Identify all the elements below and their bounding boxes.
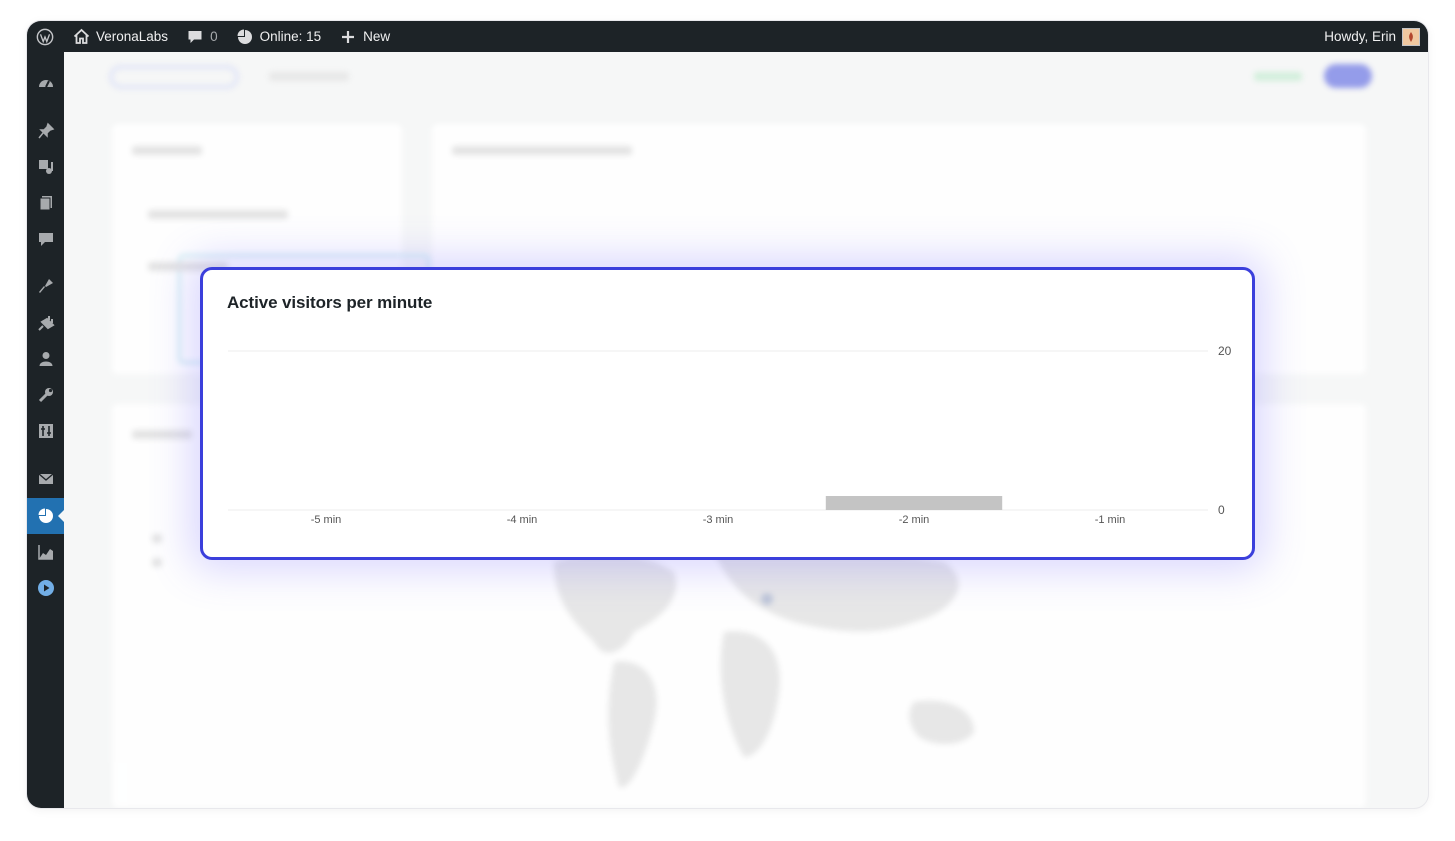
wp-logo-button[interactable]: [27, 21, 63, 52]
pie-chart-icon: [236, 28, 254, 46]
admin-sidebar: [27, 52, 64, 808]
plugins-icon[interactable]: [27, 308, 64, 338]
mail-icon[interactable]: [27, 464, 64, 494]
home-icon: [72, 28, 90, 46]
x-tick-label: -3 min: [703, 514, 734, 526]
site-name-link[interactable]: VeronaLabs: [63, 21, 177, 52]
online-users-link[interactable]: Online: 15: [227, 21, 331, 52]
comments-link[interactable]: 0: [177, 21, 227, 52]
status-badge: [1254, 72, 1302, 81]
y-tick-label: 20: [1218, 344, 1232, 358]
online-count: Online: 15: [259, 29, 322, 44]
new-content-link[interactable]: New: [330, 21, 399, 52]
active-visitors-chart: 20 0 -5 min -4 min -3 min -2 min -1 min: [228, 344, 1232, 526]
greeting: Howdy, Erin: [1324, 29, 1396, 44]
settings-icon[interactable]: [27, 416, 64, 446]
analytics-icon[interactable]: [27, 537, 64, 567]
play-icon[interactable]: [27, 573, 64, 603]
users-icon[interactable]: [27, 344, 64, 374]
pin-icon[interactable]: [27, 116, 64, 146]
statistics-icon[interactable]: [27, 498, 64, 534]
appearance-icon[interactable]: [27, 271, 64, 301]
x-tick-label: -5 min: [311, 514, 342, 526]
comments-count: 0: [210, 29, 218, 44]
tools-icon[interactable]: [27, 380, 64, 410]
avatar: [1402, 27, 1420, 46]
browser-window: VeronaLabs 0 Online: 15 New Howdy, Erin: [27, 21, 1428, 808]
y-tick-label: 0: [1218, 503, 1225, 517]
wordpress-logo-icon: [36, 28, 54, 46]
dashboard-icon[interactable]: [27, 69, 64, 99]
media-icon[interactable]: [27, 152, 64, 182]
plus-icon: [339, 28, 357, 46]
world-map: [554, 546, 974, 788]
theme-toggle: [1324, 64, 1372, 88]
x-tick-label: -4 min: [507, 514, 538, 526]
site-name: VeronaLabs: [96, 29, 169, 44]
bar[interactable]: [825, 496, 1003, 510]
wp-admin-bar: VeronaLabs 0 Online: 15 New Howdy, Erin: [27, 21, 1428, 52]
comment-icon: [186, 28, 204, 46]
comments-icon[interactable]: [27, 224, 64, 254]
my-account-link[interactable]: Howdy, Erin: [1315, 21, 1428, 52]
plugin-logo: [109, 65, 239, 89]
breadcrumb: [269, 72, 349, 81]
pages-icon[interactable]: [27, 188, 64, 218]
active-visitors-card: Active visitors per minute 20 0 -5 min -4 m…: [200, 267, 1255, 560]
x-tick-label: -1 min: [1095, 514, 1126, 526]
new-label: New: [363, 29, 391, 44]
x-tick-label: -2 min: [899, 514, 930, 526]
